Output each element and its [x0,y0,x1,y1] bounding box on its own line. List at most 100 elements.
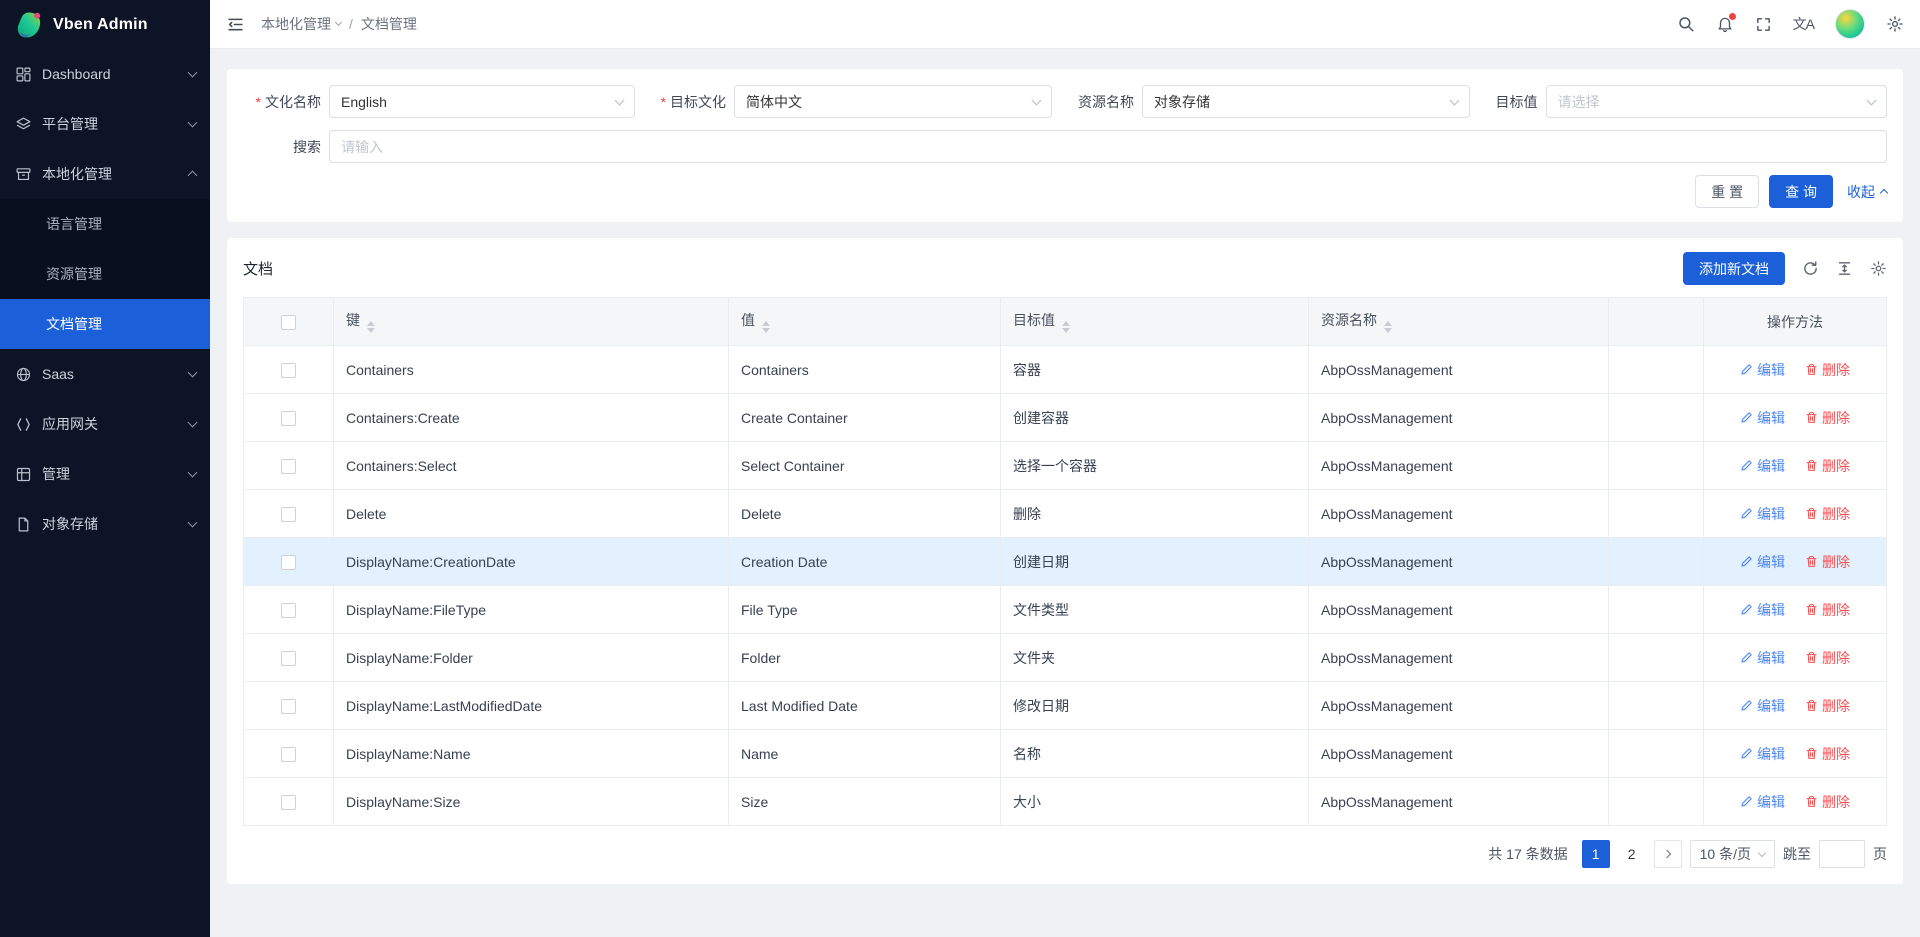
delete-button[interactable]: 删除 [1805,600,1850,620]
column-header-value[interactable]: 值 [729,298,1001,346]
fullscreen-icon[interactable] [1755,16,1772,33]
delete-button[interactable]: 删除 [1805,792,1850,812]
sidebar-item-dashboard[interactable]: Dashboard [0,49,210,99]
row-checkbox[interactable] [281,651,296,666]
row-checkbox[interactable] [281,795,296,810]
cell-value: Last Modified Date [729,682,1001,730]
page-button-1[interactable]: 1 [1582,840,1610,868]
edit-button[interactable]: 编辑 [1740,456,1785,476]
settings-gear-icon[interactable] [1886,15,1904,33]
page-size-select[interactable]: 10 条/页 [1690,840,1775,868]
platform-icon [14,115,32,133]
sidebar-item-object-storage[interactable]: 对象存储 [0,499,210,549]
row-checkbox[interactable] [281,603,296,618]
sidebar-item-language-management[interactable]: 语言管理 [0,199,210,249]
breadcrumb-parent[interactable]: 本地化管理 [261,14,341,34]
delete-button[interactable]: 删除 [1805,504,1850,524]
notification-bell-icon[interactable] [1716,15,1734,33]
delete-button[interactable]: 删除 [1805,408,1850,428]
sidebar-item-admin[interactable]: 管理 [0,449,210,499]
column-header-resource[interactable]: 资源名称 [1309,298,1609,346]
chevron-down-icon [188,518,198,528]
delete-button[interactable]: 删除 [1805,744,1850,764]
edit-button[interactable]: 编辑 [1740,648,1785,668]
table-row[interactable]: Containers:Select Select Container 选择一个容… [244,442,1887,490]
row-checkbox[interactable] [281,555,296,570]
delete-button[interactable]: 删除 [1805,696,1850,716]
reset-button[interactable]: 重 置 [1695,175,1759,208]
row-checkbox[interactable] [281,747,296,762]
field-target-value: 目标值 请选择 [1496,85,1888,118]
search-input[interactable] [329,130,1887,163]
delete-button[interactable]: 删除 [1805,648,1850,668]
edit-button[interactable]: 编辑 [1740,792,1785,812]
column-header-key[interactable]: 键 [334,298,729,346]
table-row[interactable]: Delete Delete 删除 AbpOssManagement 编辑 删除 [244,490,1887,538]
sidebar-item-document-management[interactable]: 文档管理 [0,299,210,349]
cell-value: Folder [729,634,1001,682]
table-row[interactable]: DisplayName:Folder Folder 文件夹 AbpOssMana… [244,634,1887,682]
translate-icon[interactable] [1793,14,1814,34]
sort-icons[interactable] [1062,321,1070,333]
column-settings-icon[interactable] [1870,260,1887,277]
table-row[interactable]: DisplayName:LastModifiedDate Last Modifi… [244,682,1887,730]
page-button-2[interactable]: 2 [1618,840,1646,868]
cell-key: DisplayName:LastModifiedDate [334,682,729,730]
column-height-icon[interactable] [1836,260,1853,277]
edit-button[interactable]: 编辑 [1740,744,1785,764]
delete-button[interactable]: 删除 [1805,456,1850,476]
table-row[interactable]: Containers:Create Create Container 创建容器 … [244,394,1887,442]
jump-page-input[interactable] [1819,840,1865,868]
edit-button[interactable]: 编辑 [1740,600,1785,620]
table-row-highlighted[interactable]: DisplayName:CreationDate Creation Date 创… [244,538,1887,586]
sidebar-item-resource-management[interactable]: 资源管理 [0,249,210,299]
select-all-checkbox[interactable] [281,315,296,330]
storage-icon [14,515,32,533]
row-checkbox[interactable] [281,459,296,474]
row-checkbox[interactable] [281,507,296,522]
edit-button[interactable]: 编辑 [1740,552,1785,572]
edit-button[interactable]: 编辑 [1740,360,1785,380]
row-checkbox[interactable] [281,363,296,378]
sort-icons[interactable] [762,321,770,333]
sidebar-item-localization[interactable]: 本地化管理 [0,149,210,199]
sidebar-item-label: 文档管理 [46,314,102,334]
target-culture-select[interactable]: 简体中文 [734,85,1052,118]
avatar[interactable] [1835,9,1865,39]
table-row[interactable]: DisplayName:Size Size 大小 AbpOssManagemen… [244,778,1887,826]
row-checkbox[interactable] [281,411,296,426]
sidebar-item-saas[interactable]: Saas [0,349,210,399]
edit-button[interactable]: 编辑 [1740,696,1785,716]
refresh-icon[interactable] [1802,260,1819,277]
row-checkbox[interactable] [281,699,296,714]
collapse-link[interactable]: 收起 [1847,182,1887,202]
resource-name-select[interactable]: 对象存储 [1142,85,1470,118]
table-row[interactable]: DisplayName:FileType File Type 文件类型 AbpO… [244,586,1887,634]
table-row[interactable]: DisplayName:Name Name 名称 AbpOssManagemen… [244,730,1887,778]
search-icon[interactable] [1677,15,1695,33]
menu-fold-icon[interactable] [226,15,245,34]
query-button[interactable]: 查 询 [1769,175,1833,208]
cell-resource: AbpOssManagement [1309,586,1609,634]
edit-button[interactable]: 编辑 [1740,504,1785,524]
cell-target: 文件夹 [1001,634,1309,682]
culture-name-select[interactable]: English [329,85,635,118]
chevron-down-icon [188,368,198,378]
sidebar-item-label: 管理 [42,464,189,484]
app-title: Vben Admin [53,16,148,34]
sidebar-item-platform[interactable]: 平台管理 [0,99,210,149]
target-value-select[interactable]: 请选择 [1546,85,1888,118]
logo[interactable]: Vben Admin [0,0,210,49]
sidebar-item-gateway[interactable]: 应用网关 [0,399,210,449]
delete-button[interactable]: 删除 [1805,360,1850,380]
table-row[interactable]: Containers Containers 容器 AbpOssManagemen… [244,346,1887,394]
column-header-target[interactable]: 目标值 [1001,298,1309,346]
top-header: 本地化管理 / 文档管理 [210,0,1920,49]
next-page-button[interactable] [1654,840,1682,868]
delete-button[interactable]: 删除 [1805,552,1850,572]
add-document-button[interactable]: 添加新文档 [1683,252,1785,285]
sort-icons[interactable] [1384,321,1392,333]
sort-icons[interactable] [367,321,375,333]
edit-button[interactable]: 编辑 [1740,408,1785,428]
target-value-label: 目标值 [1496,92,1546,112]
